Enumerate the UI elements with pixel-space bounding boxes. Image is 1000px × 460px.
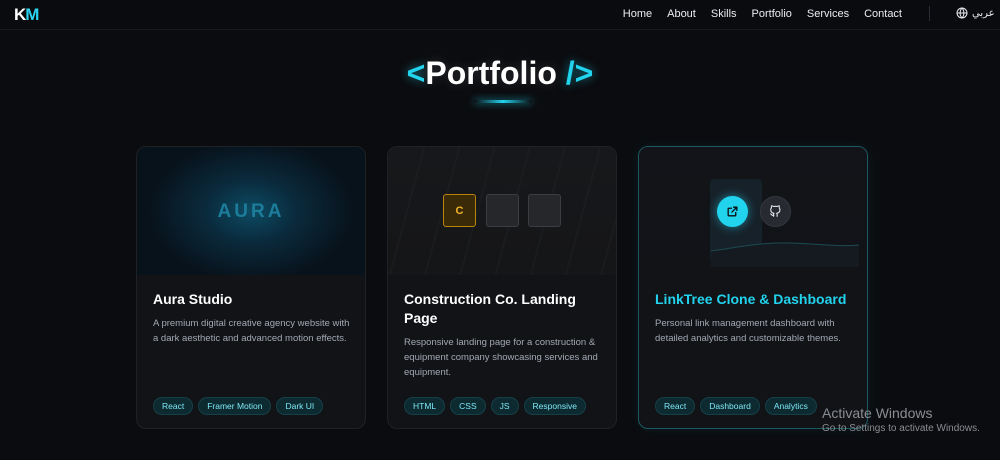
thumbnail-tile-c: C (443, 194, 476, 227)
tag: React (153, 397, 194, 415)
external-link-icon[interactable] (717, 196, 748, 227)
project-description: A premium digital creative agency websit… (153, 318, 350, 344)
title-open-bracket: < (406, 55, 426, 91)
project-description: Personal link management dashboard with … (655, 318, 841, 344)
project-tags: React Dashboard Analytics (655, 397, 817, 415)
title-text: Portfolio (425, 55, 557, 91)
tag: React (655, 397, 696, 415)
thumbnail-tile (528, 194, 561, 227)
section-title: <Portfolio /> (0, 55, 1000, 92)
nav-link-home[interactable]: Home (623, 8, 652, 20)
title-close-bracket: /> (565, 55, 594, 91)
nav-divider (929, 6, 930, 21)
thumbnail-tile (486, 194, 519, 227)
nav-link-contact[interactable]: Contact (864, 8, 902, 20)
globe-icon (956, 7, 968, 19)
tag: JS (490, 397, 519, 415)
nav-link-portfolio[interactable]: Portfolio (752, 8, 792, 20)
project-title: Aura Studio (153, 291, 233, 307)
logo[interactable]: KM (14, 5, 39, 25)
language-label: عربي (972, 7, 995, 19)
windows-activation-watermark: Activate Windows Go to Settings to activ… (822, 405, 980, 434)
project-thumbnail: AURA (137, 147, 365, 275)
project-thumbnail: C (388, 147, 616, 275)
tag: Analytics (764, 397, 817, 415)
thumbnail-text: AURA (217, 201, 285, 222)
project-title: Construction Co. Landing Page (404, 291, 576, 326)
project-card-construction[interactable]: C Construction Co. Landing Page Responsi… (387, 146, 617, 429)
nav-link-skills[interactable]: Skills (711, 8, 737, 20)
watermark-subtitle: Go to Settings to activate Windows. (822, 423, 980, 434)
tag: Framer Motion (198, 397, 272, 415)
watermark-title: Activate Windows (822, 405, 933, 421)
tag: HTML (404, 397, 446, 415)
project-tags: React Framer Motion Dark UI (153, 397, 324, 415)
nav-link-about[interactable]: About (667, 8, 696, 20)
project-thumbnail (639, 147, 867, 275)
logo-letter-m: M (25, 5, 39, 24)
nav-links: Home About Skills Portfolio Services Con… (623, 8, 902, 20)
logo-letter-k: K (14, 5, 26, 24)
title-underline (474, 100, 532, 103)
project-tags: HTML CSS JS Responsive (404, 397, 586, 415)
project-card-linktree[interactable]: LinkTree Clone & Dashboard Personal link… (638, 146, 868, 429)
nav-link-services[interactable]: Services (807, 8, 849, 20)
top-navbar: KM Home About Skills Portfolio Services … (0, 0, 1000, 30)
thumbnail-wave (711, 242, 859, 267)
project-card-aura-studio[interactable]: AURA Aura Studio A premium digital creat… (136, 146, 366, 429)
tag: Dark UI (276, 397, 324, 415)
tag: Dashboard (700, 397, 760, 415)
tag: Responsive (523, 397, 586, 415)
project-description: Responsive landing page for a constructi… (404, 337, 598, 378)
project-title: LinkTree Clone & Dashboard (655, 291, 847, 307)
github-icon[interactable] (760, 196, 791, 227)
language-switcher[interactable]: عربي (956, 7, 995, 19)
tag: CSS (450, 397, 486, 415)
